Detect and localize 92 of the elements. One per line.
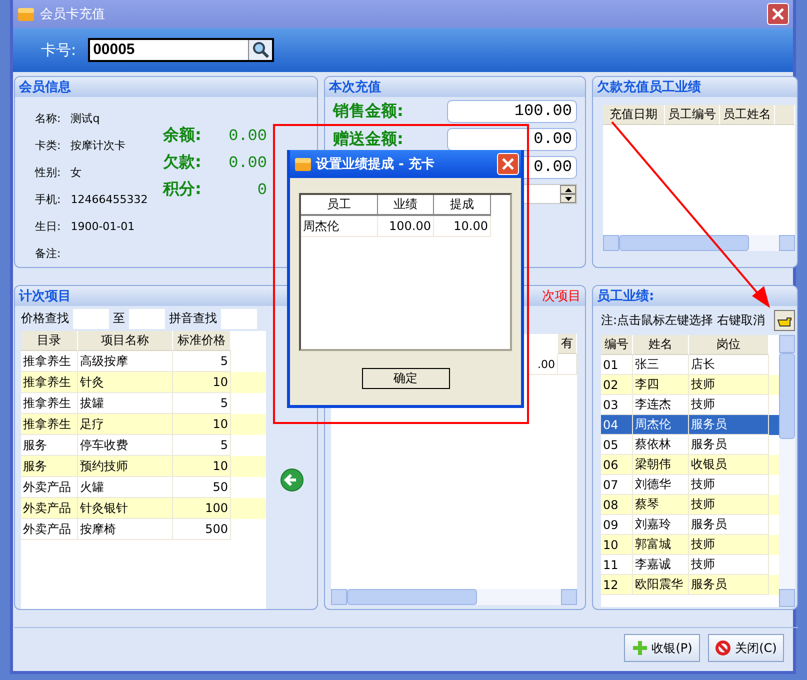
filter-label: 价格查找 [21, 310, 69, 327]
filter-field[interactable] [73, 308, 109, 328]
table-cell: .00 [528, 354, 558, 375]
column-header[interactable]: 姓名 [633, 335, 689, 355]
horizontal-scrollbar[interactable] [603, 235, 795, 251]
checkout-button[interactable]: 收银(P) [624, 634, 700, 662]
column-header[interactable]: 目录 [21, 331, 78, 351]
hint-text: 注:点击鼠标左键选择 右键取消 [601, 312, 765, 329]
column-header[interactable]: 员工姓名 [720, 105, 775, 125]
column-header[interactable]: 员工编号 [665, 105, 720, 125]
balance-value: 0 [257, 180, 267, 198]
table-cell: 外卖产品 [21, 519, 78, 540]
filter-field[interactable] [129, 308, 165, 328]
field-label: 性别: [35, 165, 61, 180]
field-label: 生日: [35, 219, 61, 234]
amount-field[interactable]: 0.00 [447, 128, 577, 150]
staff-row[interactable]: 06 梁朝伟 收银员 [601, 455, 779, 475]
panel-title: 次项目 [542, 288, 581, 305]
card-number-field[interactable]: 00005 [88, 38, 274, 62]
column-header[interactable]: 员工 [301, 195, 378, 216]
field-label: 手机: [35, 192, 61, 207]
horizontal-scrollbar[interactable] [331, 589, 577, 605]
staff-row[interactable]: 08 蔡琴 技师 [601, 495, 779, 515]
balance-value: 0.00 [228, 126, 267, 144]
amount-label: 赠送金额: [333, 128, 404, 150]
column-header[interactable]: 编号 [601, 335, 633, 355]
search-button[interactable] [248, 40, 272, 60]
filter-label: 拼音查找 [169, 310, 217, 327]
vertical-scrollbar[interactable] [779, 335, 795, 607]
field-value: 女 [70, 165, 82, 180]
spin-up-button[interactable] [560, 185, 576, 194]
close-icon [501, 157, 515, 171]
staff-row[interactable]: 02 李四 技师 [601, 375, 779, 395]
field-value: 按摩计次卡 [70, 138, 126, 153]
spin-down-button[interactable] [560, 194, 576, 203]
down-arrow-icon [564, 196, 572, 200]
close-button[interactable] [767, 3, 789, 25]
table-cell: 04 [601, 415, 633, 435]
close-icon [771, 7, 785, 21]
column-header[interactable]: 标准价格 [173, 331, 231, 351]
field-label: 名称: [35, 111, 61, 126]
amount-field[interactable]: 100.00 [447, 100, 577, 122]
panel-title: 欠款充值员工业绩 [597, 78, 701, 96]
folder-icon [294, 156, 312, 172]
filter-label: 至 [113, 310, 125, 327]
prohibited-icon [715, 640, 732, 656]
column-header[interactable]: 岗位 [689, 335, 769, 355]
staff-row[interactable]: 12 欧阳震华 服务员 [601, 575, 779, 595]
table-cell: 按摩椅 [78, 519, 173, 540]
field-value: 测试q [70, 111, 100, 126]
filter-field[interactable] [221, 308, 257, 328]
up-arrow-icon [564, 188, 572, 192]
column-header[interactable]: 业绩 [378, 195, 434, 216]
field-value: 12466455332 [70, 193, 148, 206]
card-number-label: 卡号: [41, 40, 76, 60]
dialog-title: 设置业绩提成 - 充卡 [316, 156, 436, 173]
hand-button[interactable] [774, 310, 795, 331]
amount-label: 销售金额: [333, 100, 404, 122]
table-cell: 500 [173, 519, 231, 540]
table-cell: 100.00 [378, 216, 434, 237]
balance-label: 积分: [163, 179, 202, 200]
panel-title: 计次项目 [19, 288, 71, 305]
field-label: 卡类: [35, 138, 61, 153]
table-cell: 周杰伦 [633, 415, 689, 435]
plus-icon [632, 640, 648, 656]
table-cell: 10.00 [434, 216, 491, 237]
table-cell: 12 [601, 575, 633, 595]
staff-row[interactable]: 10 郭富城 技师 [601, 535, 779, 555]
table-cell: 服务员 [689, 575, 769, 595]
folder-icon [17, 6, 35, 22]
table-cell [558, 354, 577, 375]
panel-title: 员工业绩: [597, 288, 654, 305]
column-header[interactable]: 有 [558, 334, 577, 354]
field-value: 1900-01-01 [70, 220, 135, 233]
balance-value: 0.00 [228, 154, 267, 172]
column-header[interactable]: 提成 [434, 195, 491, 216]
panel-title: 本次充值 [329, 78, 381, 96]
field-label: 备注: [35, 246, 61, 261]
window-title: 会员卡充值 [40, 6, 106, 23]
ok-button[interactable]: 确定 [362, 368, 450, 389]
panel-title: 会员信息 [19, 79, 71, 96]
table-cell: 欧阳震华 [633, 575, 689, 595]
staff-row[interactable]: 04 周杰伦 服务员 [601, 415, 779, 435]
balance-label: 余额: [163, 125, 202, 146]
column-header[interactable]: 充值日期 [603, 105, 665, 125]
close-button[interactable] [497, 153, 519, 175]
column-header[interactable]: 项目名称 [78, 331, 173, 351]
balance-label: 欠款: [163, 152, 202, 173]
close-button[interactable]: 关闭(C) [708, 634, 784, 662]
search-icon [252, 41, 270, 59]
table-cell: 服务员 [689, 415, 769, 435]
table-cell: 周杰伦 [301, 216, 378, 237]
